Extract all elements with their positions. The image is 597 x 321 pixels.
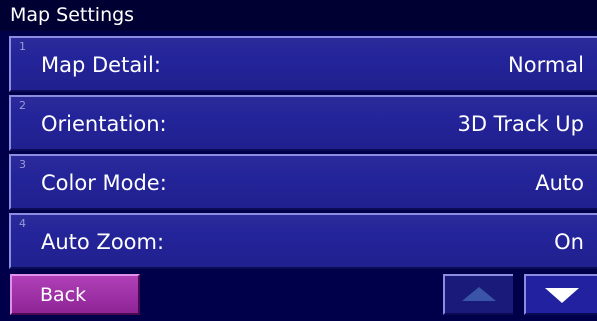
setting-row-auto-zoom[interactable]: 4 Auto Zoom: On	[9, 213, 597, 269]
scroll-up-button[interactable]	[443, 274, 513, 315]
page-title: Map Settings	[0, 0, 597, 31]
setting-row-orientation[interactable]: 2 Orientation: 3D Track Up	[9, 95, 597, 151]
setting-label: Orientation:	[41, 112, 167, 136]
row-number: 3	[19, 158, 26, 171]
row-number: 2	[19, 99, 26, 112]
row-number: 4	[19, 217, 26, 230]
setting-value: Normal	[508, 53, 584, 77]
setting-value: Auto	[535, 171, 584, 195]
setting-row-color-mode[interactable]: 3 Color Mode: Auto	[9, 154, 597, 210]
up-arrow-icon	[462, 286, 496, 301]
down-arrow-icon	[544, 287, 579, 303]
setting-row-map-detail[interactable]: 1 Map Detail: Normal	[9, 36, 597, 92]
setting-label: Auto Zoom:	[41, 230, 165, 254]
scroll-down-button[interactable]	[524, 274, 597, 315]
row-number: 1	[19, 40, 26, 53]
setting-label: Color Mode:	[41, 171, 167, 195]
back-button[interactable]: Back	[10, 274, 140, 315]
setting-value: On	[554, 230, 584, 254]
setting-value: 3D Track Up	[457, 112, 584, 136]
setting-label: Map Detail:	[41, 53, 161, 77]
